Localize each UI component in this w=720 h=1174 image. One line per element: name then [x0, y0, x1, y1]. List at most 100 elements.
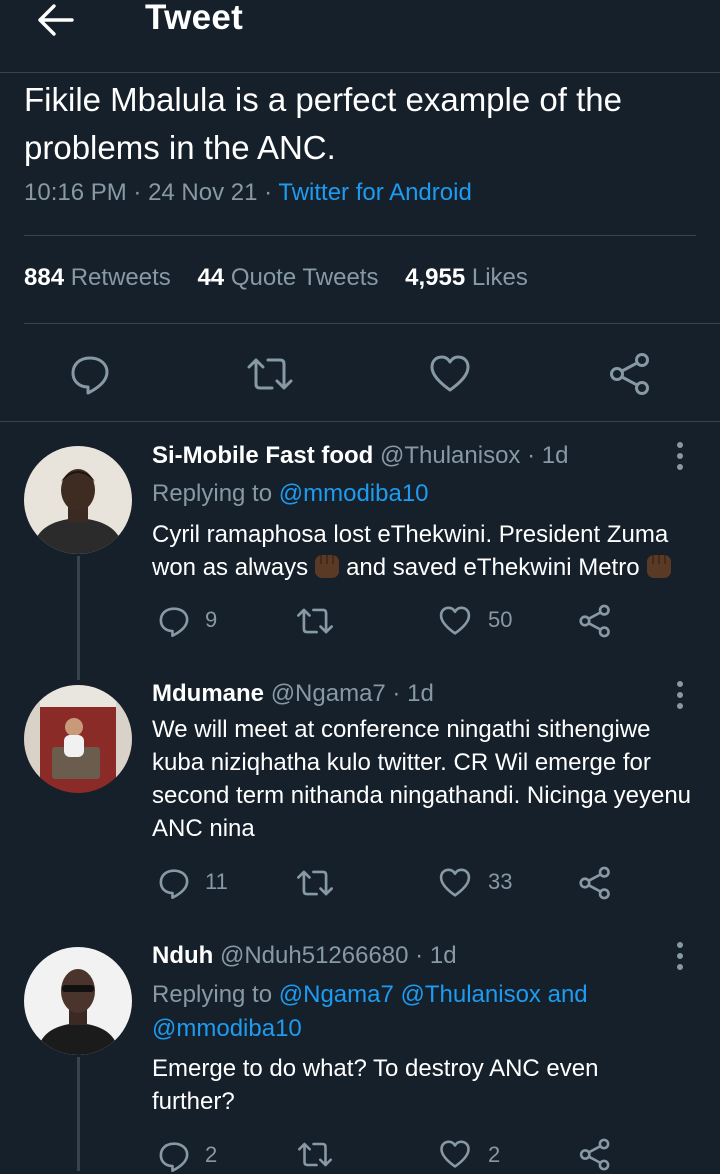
- like-button[interactable]: 33: [438, 865, 538, 901]
- like-button[interactable]: 50: [438, 603, 538, 639]
- reply-button[interactable]: [68, 352, 112, 396]
- quote-tweets-label: Quote Tweets: [230, 264, 379, 291]
- divider: [24, 235, 696, 236]
- like-button[interactable]: [428, 352, 472, 396]
- reply-button[interactable]: 9: [157, 603, 237, 639]
- retweet-icon: [247, 358, 293, 390]
- reply-icon: [71, 356, 109, 395]
- retweet-button[interactable]: [246, 352, 293, 396]
- raised-fist-emoji-icon: [315, 555, 340, 578]
- divider: [24, 323, 720, 324]
- replying-prefix: Replying to: [152, 480, 273, 507]
- share-button[interactable]: [578, 1138, 614, 1174]
- share-icon: [579, 604, 610, 638]
- author-handle[interactable]: @Nduh51266680: [220, 942, 409, 969]
- retweet-button[interactable]: [296, 1138, 336, 1174]
- replying-prefix: Replying to: [152, 981, 273, 1008]
- share-button[interactable]: [578, 865, 614, 901]
- reply-header: Mdumane @Ngama7 · 1d: [152, 680, 434, 708]
- reply-age: 1d: [541, 442, 569, 469]
- retweets-stat[interactable]: 884 Retweets: [24, 264, 171, 291]
- author-name[interactable]: Nduh: [152, 942, 213, 969]
- more-vertical-icon: [677, 442, 683, 470]
- like-count: 33: [488, 869, 513, 894]
- author-name[interactable]: Mdumane: [152, 680, 264, 707]
- more-options-button[interactable]: [668, 679, 692, 711]
- likes-stat[interactable]: 4,955 Likes: [405, 264, 528, 291]
- mention-link[interactable]: @mmodiba10: [152, 1015, 302, 1042]
- likes-label: Likes: [471, 264, 528, 291]
- reply-count: 2: [205, 1142, 218, 1167]
- tweet-date: 24 Nov 21: [148, 179, 258, 206]
- mention-link[interactable]: @mmodiba10: [279, 480, 429, 507]
- more-vertical-icon: [677, 681, 683, 709]
- retweet-button[interactable]: [296, 603, 336, 639]
- reply-count: 9: [205, 607, 218, 632]
- retweet-button[interactable]: [296, 865, 336, 901]
- meta-separator: ·: [408, 942, 430, 969]
- profile-photo: [24, 947, 132, 1055]
- retweet-icon: [297, 870, 333, 896]
- tweet-source-link[interactable]: Twitter for Android: [278, 179, 471, 206]
- author-name[interactable]: Si-Mobile Fast food: [152, 442, 373, 469]
- raised-fist-emoji-icon: [646, 555, 671, 578]
- reply-icon: [159, 1142, 189, 1172]
- like-count: 50: [488, 607, 513, 632]
- replying-to: Replying to @Ngama7 @Thulanisox and @mmo…: [152, 978, 632, 1046]
- tweet-time: 10:16 PM: [24, 179, 127, 206]
- like-icon: [440, 1140, 470, 1168]
- avatar[interactable]: [24, 947, 132, 1055]
- reply-icon: [159, 869, 189, 899]
- reply-button[interactable]: 11: [157, 865, 237, 901]
- mention-link[interactable]: @Thulanisox: [401, 981, 541, 1008]
- share-icon: [579, 866, 610, 900]
- quote-tweets-count: 44: [197, 264, 225, 291]
- reply-icon: [159, 607, 189, 637]
- retweet-icon: [297, 1142, 333, 1167]
- meta-separator: ·: [520, 442, 542, 469]
- share-icon: [579, 1138, 610, 1171]
- reply-text: Emerge to do what? To destroy ANC even f…: [152, 1055, 599, 1115]
- like-button[interactable]: 2: [438, 1138, 538, 1174]
- like-icon: [430, 355, 470, 392]
- profile-photo: [24, 446, 132, 554]
- thread-line: [77, 556, 80, 680]
- retweets-label: Retweets: [70, 264, 171, 291]
- like-icon: [439, 868, 471, 897]
- reply-button[interactable]: 2: [157, 1138, 237, 1174]
- quote-tweets-stat[interactable]: 44 Quote Tweets: [197, 264, 378, 291]
- avatar[interactable]: [24, 685, 132, 793]
- mention-link[interactable]: @Ngama7: [279, 981, 394, 1008]
- reply-count: 11: [205, 869, 228, 894]
- tweet-stats: 884 Retweets 44 Quote Tweets 4,955 Likes: [24, 264, 528, 292]
- share-button[interactable]: [578, 603, 614, 639]
- replying-to: Replying to @mmodiba10: [152, 477, 692, 511]
- reply-age: 1d: [407, 680, 434, 707]
- profile-photo: [24, 685, 132, 793]
- more-options-button[interactable]: [668, 940, 692, 972]
- more-options-button[interactable]: [668, 440, 692, 472]
- divider: [0, 421, 720, 422]
- meta-separator: ·: [257, 179, 279, 206]
- arrow-left-icon: [38, 4, 74, 36]
- share-button[interactable]: [608, 352, 652, 396]
- retweet-icon: [297, 608, 333, 634]
- tweet-text: Fikile Mbalula is a perfect example of t…: [24, 81, 622, 166]
- like-count: 2: [488, 1142, 501, 1167]
- tweet-meta: 10:16 PM · 24 Nov 21 · Twitter for Andro…: [24, 179, 472, 207]
- avatar[interactable]: [24, 446, 132, 554]
- more-vertical-icon: [677, 942, 683, 970]
- replying-and[interactable]: and: [548, 981, 588, 1008]
- reply-text: Cyril ramaphosa lost eThekwini. Presiden…: [152, 518, 712, 584]
- likes-count: 4,955: [405, 264, 466, 291]
- author-handle[interactable]: @Thulanisox: [380, 442, 520, 469]
- reply-text-part: and saved eThekwini Metro: [346, 554, 640, 581]
- reply-header: Si-Mobile Fast food @Thulanisox · 1d: [152, 442, 568, 470]
- reply-text: We will meet at conference ningathi sith…: [152, 716, 692, 842]
- page-title: Tweet: [145, 0, 244, 37]
- back-button[interactable]: [36, 2, 76, 38]
- share-icon: [610, 353, 649, 395]
- like-icon: [439, 606, 471, 635]
- meta-separator: ·: [385, 680, 408, 707]
- author-handle[interactable]: @Ngama7: [271, 680, 386, 707]
